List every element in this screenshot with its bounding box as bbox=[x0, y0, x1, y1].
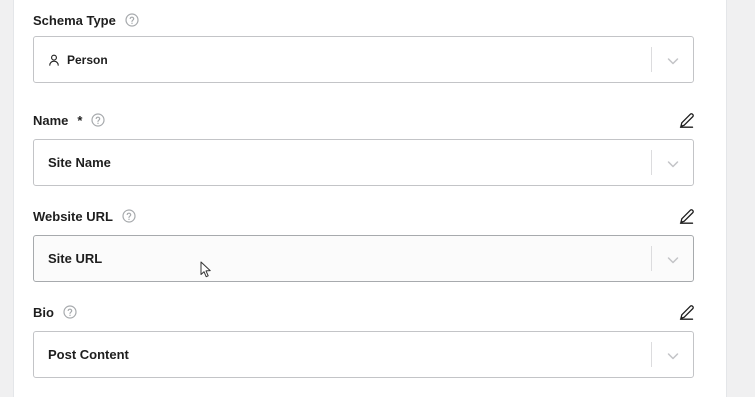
select-divider bbox=[651, 47, 652, 72]
bio-label: Bio bbox=[33, 304, 54, 320]
edit-pencil-icon[interactable] bbox=[677, 206, 697, 226]
help-icon[interactable] bbox=[63, 305, 77, 319]
name-value: Site Name bbox=[48, 155, 111, 170]
bio-value: Post Content bbox=[48, 347, 129, 362]
schema-type-field: Schema Type Person bbox=[33, 10, 694, 83]
schema-type-select[interactable]: Person bbox=[33, 36, 694, 83]
website-url-label: Website URL bbox=[33, 208, 113, 224]
schema-type-label: Schema Type bbox=[33, 12, 116, 28]
name-label-row: Name * bbox=[33, 110, 694, 130]
name-field: Name * Site Name bbox=[33, 110, 694, 186]
schema-type-value: Person bbox=[48, 37, 108, 82]
chevron-down-icon[interactable] bbox=[667, 349, 679, 361]
website-url-select[interactable]: Site URL bbox=[33, 235, 694, 282]
help-icon[interactable] bbox=[122, 209, 136, 223]
schema-type-label-row: Schema Type bbox=[33, 10, 694, 30]
select-divider bbox=[651, 150, 652, 175]
required-marker: * bbox=[77, 112, 83, 128]
website-url-label-row: Website URL bbox=[33, 206, 694, 226]
help-icon[interactable] bbox=[91, 113, 106, 127]
select-divider bbox=[651, 246, 652, 271]
name-label: Name bbox=[33, 112, 69, 128]
website-url-field: Website URL Site URL bbox=[33, 206, 694, 282]
chevron-down-icon[interactable] bbox=[667, 253, 679, 265]
edit-pencil-icon[interactable] bbox=[677, 302, 697, 322]
person-icon bbox=[48, 54, 60, 66]
bio-select[interactable]: Post Content bbox=[33, 331, 694, 378]
name-select[interactable]: Site Name bbox=[33, 139, 694, 186]
mouse-pointer-icon bbox=[200, 261, 212, 278]
website-url-value: Site URL bbox=[48, 251, 103, 266]
schema-type-value-text: Person bbox=[67, 52, 108, 67]
help-icon[interactable] bbox=[125, 13, 139, 27]
select-divider bbox=[651, 342, 652, 367]
bio-label-row: Bio bbox=[33, 302, 694, 322]
chevron-down-icon[interactable] bbox=[667, 157, 679, 169]
bio-field: Bio Post Content bbox=[33, 302, 694, 378]
chevron-down-icon[interactable] bbox=[667, 54, 679, 66]
edit-pencil-icon[interactable] bbox=[677, 110, 697, 130]
